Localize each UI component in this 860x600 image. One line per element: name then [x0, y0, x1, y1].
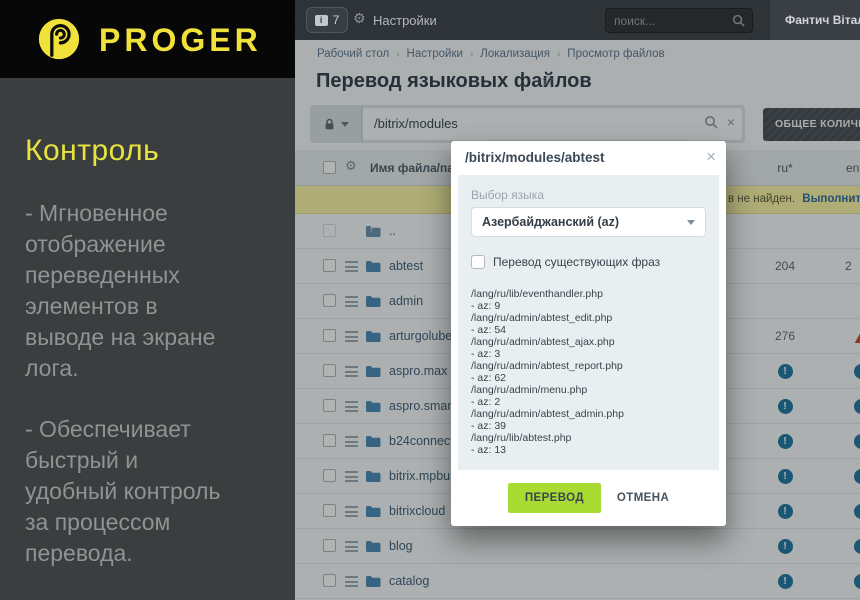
notifications-count: 7	[333, 13, 340, 27]
language-select-label: Выбор языка	[471, 188, 706, 202]
file-path: /lang/ru/admin/abtest_edit.php	[471, 312, 706, 324]
notifications-icon: i	[315, 15, 328, 26]
settings-gear-icon[interactable]: ⚙	[353, 11, 366, 27]
file-count: - az: 9	[471, 300, 706, 312]
file-path: /lang/ru/admin/abtest_ajax.php	[471, 336, 706, 348]
brand-name: PROGER	[99, 22, 262, 59]
file-count: - az: 13	[471, 444, 706, 456]
file-count: - az: 3	[471, 348, 706, 360]
feature-paragraph-2: - Обеспечивает быстрый и удобный контрол…	[25, 414, 275, 569]
user-menu[interactable]: Фантич Віталій	[770, 0, 860, 40]
feature-heading: Контроль	[25, 134, 275, 168]
admin-panel: i 7 ⚙ Настройки Фантич Віталій	[295, 0, 860, 600]
proger-logo-icon	[36, 16, 82, 62]
translate-button[interactable]: ПЕРЕВОД	[508, 483, 601, 513]
file-path: /lang/ru/admin/abtest_admin.php	[471, 408, 706, 420]
global-search	[605, 8, 753, 33]
feature-paragraph-1: - Мгновенное отображение переведенных эл…	[25, 198, 275, 384]
brand-header: PROGER	[0, 0, 295, 78]
close-icon[interactable]: ×	[706, 147, 716, 167]
user-name: Фантич Віталій	[785, 13, 860, 27]
admin-content: Рабочий стол›Настройки›Локализация›Просм…	[295, 40, 860, 600]
file-count: - az: 39	[471, 420, 706, 432]
admin-topbar: i 7 ⚙ Настройки Фантич Віталій	[295, 0, 860, 40]
file-report-list: /lang/ru/lib/eventhandler.php - az: 9 /l…	[471, 288, 706, 456]
language-select[interactable]: Азербайджанский (az)	[471, 207, 706, 237]
screenshot-root: PROGER Контроль - Мгновенное отображение…	[0, 0, 860, 600]
dialog-title: /bitrix/modules/abtest	[465, 150, 605, 165]
settings-menu-item[interactable]: Настройки	[373, 13, 437, 28]
file-path: /lang/ru/lib/eventhandler.php	[471, 288, 706, 300]
file-count: - az: 2	[471, 396, 706, 408]
notifications-button[interactable]: i 7	[306, 7, 348, 33]
translate-dialog: /bitrix/modules/abtest × Выбор языка Азе…	[451, 141, 726, 526]
chevron-down-icon	[687, 220, 695, 225]
file-count: - az: 62	[471, 372, 706, 384]
checkbox[interactable]	[471, 255, 485, 269]
cancel-button[interactable]: ОТМЕНА	[617, 492, 669, 504]
marketing-copy: Контроль - Мгновенное отображение переве…	[25, 78, 275, 569]
checkbox-label: Перевод существующих фраз	[493, 255, 660, 269]
language-select-value: Азербайджанский (az)	[482, 215, 619, 229]
search-icon[interactable]	[732, 14, 745, 27]
file-path: /lang/ru/admin/abtest_report.php	[471, 360, 706, 372]
file-path: /lang/ru/admin/menu.php	[471, 384, 706, 396]
file-path: /lang/ru/lib/abtest.php	[471, 432, 706, 444]
global-search-input[interactable]	[614, 9, 729, 32]
file-count: - az: 54	[471, 324, 706, 336]
marketing-panel: PROGER Контроль - Мгновенное отображение…	[0, 0, 295, 600]
translate-existing-checkbox-row[interactable]: Перевод существующих фраз	[471, 255, 706, 269]
